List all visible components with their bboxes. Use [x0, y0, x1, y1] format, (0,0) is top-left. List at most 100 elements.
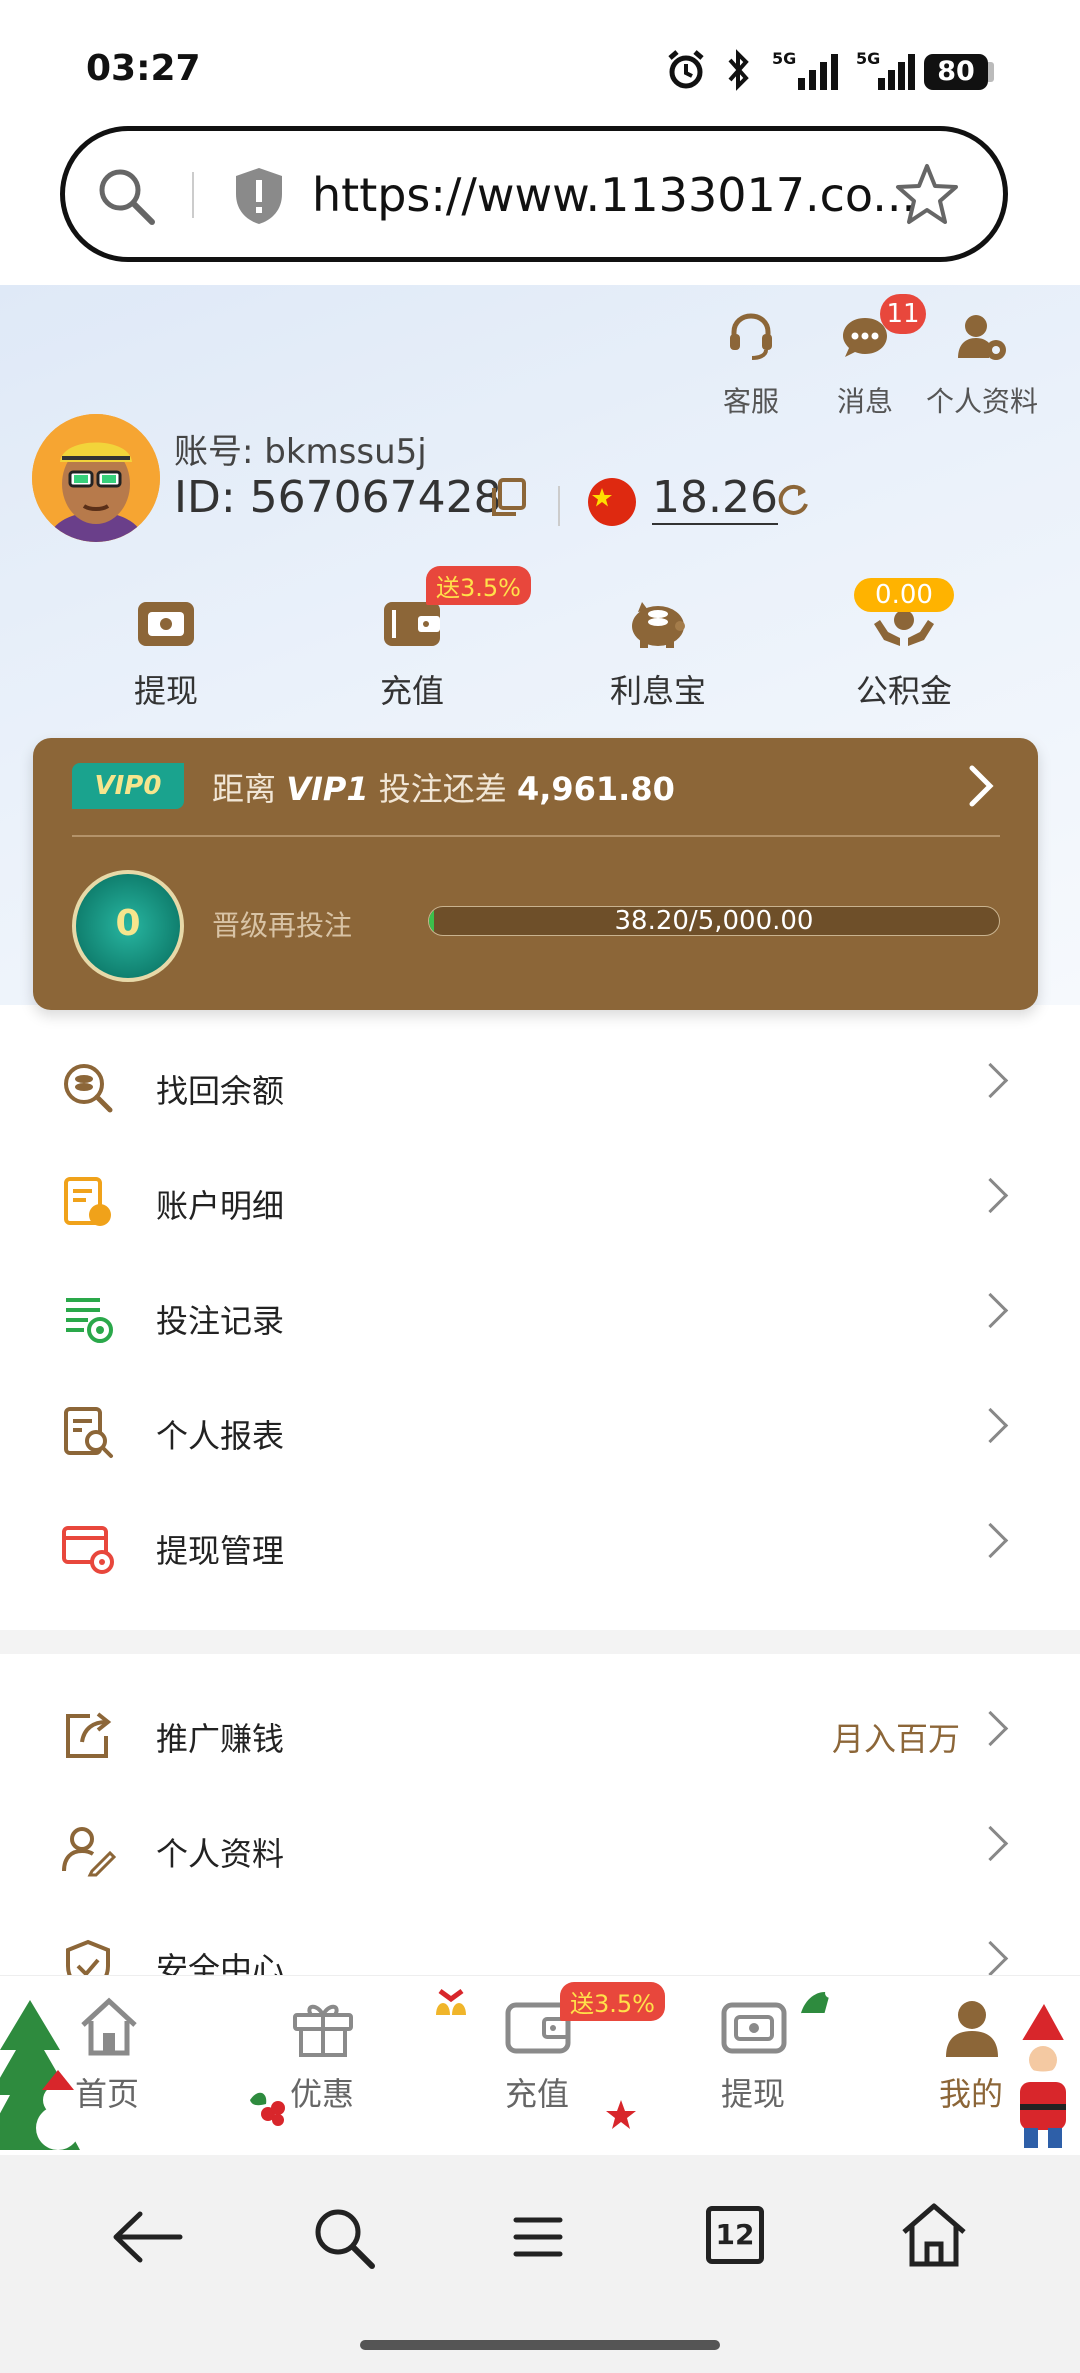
- chevron-right-icon: [972, 1292, 1009, 1329]
- quick-recharge-label: 充值: [379, 672, 444, 710]
- china-flag-icon: [588, 478, 636, 526]
- bet-record-icon: [66, 1298, 113, 1343]
- menu-item-bet-records[interactable]: 投注记录: [0, 1260, 1080, 1375]
- refresh-icon[interactable]: [776, 482, 812, 518]
- avatar-illustration: [32, 414, 160, 542]
- menu-item-withdraw-management[interactable]: 提现管理: [0, 1490, 1080, 1605]
- quick-withdraw-button[interactable]: 提现: [96, 596, 236, 712]
- chevron-right-icon: [972, 1940, 1009, 1975]
- vip-card-divider: [72, 835, 1000, 837]
- battery-tip: [988, 62, 994, 82]
- signal-5g-icon: 5G: [856, 49, 915, 90]
- quick-fund-button[interactable]: 公积金: [834, 596, 974, 712]
- search-icon[interactable]: [94, 164, 158, 228]
- svg-text:5G: 5G: [772, 49, 796, 68]
- customer-service-button[interactable]: 客服: [696, 310, 806, 420]
- chevron-right-icon: [972, 1825, 1009, 1862]
- account-name: 账号: bkmssu5j: [174, 432, 427, 472]
- menu-icon[interactable]: [512, 2214, 564, 2260]
- vip-level-tag: VIP0: [72, 763, 184, 809]
- avatar[interactable]: [32, 414, 160, 542]
- holly-berries-icon: [250, 2092, 285, 2126]
- quick-withdraw-label: 提现: [133, 672, 198, 710]
- quick-fund-label: 公积金: [855, 672, 952, 710]
- santa-hat-icon: [798, 1988, 835, 2021]
- tab-home[interactable]: 首页: [32, 1995, 182, 2115]
- chevron-right-icon: [972, 1062, 1009, 1099]
- menu-label: 个人报表: [156, 1417, 285, 1455]
- tabs-count-button[interactable]: 12: [706, 2206, 764, 2264]
- status-time: 03:27: [86, 48, 201, 89]
- vip-upgrade-label: 晋级再投注: [212, 909, 353, 942]
- message-count-badge: 11: [880, 294, 926, 334]
- url-text[interactable]: https://www.1133017.co...: [312, 168, 916, 222]
- back-arrow-icon[interactable]: [110, 2206, 184, 2268]
- menu-item-recover-balance[interactable]: 找回余额: [0, 1030, 1080, 1145]
- vip-remaining-amount: 4,961.80: [516, 770, 675, 808]
- search-coin-icon: [64, 1064, 113, 1113]
- share-icon: [66, 1712, 112, 1758]
- menu-item-account-details[interactable]: 账户明细: [0, 1145, 1080, 1260]
- menu-item-security-center[interactable]: 安全中心: [0, 1908, 1080, 1975]
- tab-label: 首页: [74, 2075, 139, 2113]
- chevron-right-icon: [972, 1407, 1009, 1444]
- menu-item-personal-info[interactable]: 个人资料: [0, 1793, 1080, 1908]
- profile-label: 个人资料: [925, 385, 1038, 418]
- quick-interest-button[interactable]: 利息宝: [588, 596, 728, 712]
- withdraw-icon: [138, 602, 194, 646]
- svg-text:5G: 5G: [856, 49, 880, 68]
- withdraw-icon: [721, 2002, 787, 2054]
- piggy-bank-icon: [632, 602, 685, 648]
- menu-label: 找回余额: [156, 1072, 285, 1110]
- chevron-right-icon[interactable]: [966, 764, 996, 808]
- referral-slogan: 月入百万: [831, 1720, 960, 1758]
- menu-item-referral[interactable]: 推广赚钱 月入百万: [0, 1678, 1080, 1793]
- copy-icon[interactable]: [488, 476, 528, 520]
- vip-next-level: VIP1: [286, 770, 369, 808]
- report-icon: [64, 1407, 113, 1458]
- flag-star: [592, 488, 612, 507]
- security-shield-icon[interactable]: [230, 164, 288, 228]
- user-icon: [946, 2001, 998, 2057]
- profile-button[interactable]: 个人资料: [924, 310, 1040, 420]
- quick-interest-label: 利息宝: [609, 672, 706, 710]
- withdraw-manage-icon: [62, 1526, 114, 1574]
- tab-label: 提现: [720, 2075, 785, 2113]
- menu-label: 个人资料: [156, 1835, 285, 1873]
- menu-item-personal-report[interactable]: 个人报表: [0, 1375, 1080, 1490]
- bluetooth-icon: [728, 49, 749, 91]
- shield-check-icon: [66, 1939, 110, 1975]
- bookmark-star-icon[interactable]: [892, 160, 962, 230]
- gift-icon: [293, 2004, 353, 2057]
- tab-label: 充值: [504, 2075, 569, 2113]
- menu-label: 安全中心: [156, 1950, 285, 1975]
- menu-label: 提现管理: [156, 1532, 285, 1570]
- red-star-icon: [606, 2100, 636, 2129]
- alarm-icon: [668, 50, 704, 89]
- fund-amount-badge: 0.00: [854, 578, 954, 612]
- home-icon: [81, 1997, 137, 2056]
- search-icon[interactable]: [310, 2204, 376, 2270]
- vip-medal-icon: 0: [72, 870, 184, 982]
- home-indicator[interactable]: [360, 2340, 720, 2350]
- quick-recharge-button[interactable]: 充值: [342, 596, 482, 712]
- customer-service-label: 客服: [722, 385, 779, 418]
- menu-item-security-center-clip: 安全中心: [0, 1908, 1080, 1975]
- header-divider: [558, 486, 560, 526]
- menu-label: 投注记录: [156, 1302, 285, 1340]
- chevron-right-icon: [972, 1522, 1009, 1559]
- recharge-promo-badge: 送3.5%: [426, 566, 531, 605]
- vip-progress-summary: 距离 VIP1 投注还差 4,961.80: [212, 764, 675, 810]
- menu-label: 推广赚钱: [156, 1720, 285, 1758]
- user-id: ID: 567067428: [174, 472, 502, 523]
- headset-icon: [730, 313, 772, 360]
- user-edit-icon: [62, 1827, 116, 1877]
- section-divider: [0, 1630, 1080, 1654]
- tab-recharge-promo-badge: 送3.5%: [560, 1982, 665, 2021]
- signal-5g-icon: 5G: [772, 49, 838, 90]
- santa-claus-icon: [1016, 2004, 1070, 2148]
- home-icon[interactable]: [900, 2202, 968, 2268]
- balance-amount: 18.26: [652, 472, 778, 525]
- address-bar-divider: [192, 172, 194, 218]
- vip-text-prefix: 距离: [212, 770, 287, 808]
